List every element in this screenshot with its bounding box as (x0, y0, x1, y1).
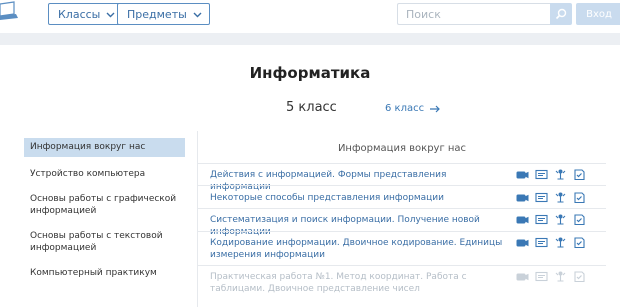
divider (198, 208, 606, 209)
lesson-icons (516, 237, 586, 248)
classes-dropdown[interactable]: Классы (48, 3, 124, 25)
chevron-down-icon (193, 12, 202, 17)
subjects-label: Предметы (127, 7, 187, 21)
grade-current: 5 класс (286, 100, 337, 115)
lesson-icons (516, 192, 586, 203)
video-icon (516, 273, 529, 281)
classes-label: Классы (58, 7, 101, 21)
search-input[interactable] (397, 3, 550, 25)
logo-icon[interactable] (0, 0, 22, 22)
presentation-icon (535, 271, 548, 282)
sidebar-item-label: Основы работы с текстовой информацией (30, 231, 163, 253)
header: Классы Предметы Вход (0, 0, 620, 33)
page-title: Информатика (249, 64, 371, 82)
video-icon[interactable] (516, 169, 529, 180)
search-icon (555, 8, 567, 20)
subjects-dropdown[interactable]: Предметы (117, 3, 210, 25)
login-button[interactable]: Вход (576, 3, 620, 25)
lesson-icons (516, 169, 586, 180)
homework-icon[interactable] (573, 192, 586, 203)
divider (198, 185, 606, 186)
lesson-icons (516, 214, 586, 225)
test-icon (555, 271, 566, 282)
homework-icon[interactable] (573, 214, 586, 225)
homework-icon (574, 271, 585, 282)
arrow-right-icon (430, 105, 440, 112)
divider (198, 265, 606, 266)
presentation-icon[interactable] (535, 169, 548, 180)
test-icon[interactable] (554, 169, 567, 180)
video-icon[interactable] (516, 214, 529, 225)
presentation-icon[interactable] (535, 237, 548, 248)
test-icon[interactable] (554, 214, 567, 225)
grade-next-link[interactable]: 6 класс (385, 103, 441, 114)
sidebar-item-text[interactable]: Основы работы с текстовой информацией (24, 230, 185, 254)
sidebar-item-label: Информация вокруг нас (30, 142, 146, 152)
homework-icon[interactable] (573, 169, 586, 180)
test-icon[interactable] (554, 192, 567, 203)
lesson-link[interactable]: Кодирование информации. Двоичное кодиров… (210, 237, 505, 261)
sidebar-item-label: Основы работы с графической информацией (30, 194, 177, 216)
sidebar-item-label: Компьютерный практикум (30, 268, 157, 278)
video-icon[interactable] (516, 192, 529, 203)
divider (198, 231, 606, 232)
homework-icon[interactable] (573, 237, 586, 248)
search-button[interactable] (550, 3, 572, 25)
sidebar-item-graphics[interactable]: Основы работы с графической информацией (24, 193, 185, 217)
lesson-link[interactable]: Некоторые способы представления информац… (210, 192, 505, 204)
lesson-link[interactable]: Действия с информацией. Формы представле… (210, 169, 505, 193)
sidebar-item-label: Устройство компьютера (30, 169, 146, 179)
presentation-icon[interactable] (535, 214, 548, 225)
lesson-link-disabled: Практическая работа №1. Метод координат.… (210, 272, 467, 294)
sidebar-item-info-around-us[interactable]: Информация вокруг нас (24, 138, 185, 157)
chevron-down-icon (106, 12, 115, 17)
sidebar-item-practicum[interactable]: Компьютерный практикум (24, 267, 185, 279)
vertical-divider (197, 131, 198, 307)
grade-next-label: 6 класс (385, 103, 425, 114)
header-band (0, 33, 620, 45)
sidebar-item-computer-device[interactable]: Устройство компьютера (24, 168, 185, 180)
video-icon[interactable] (516, 237, 529, 248)
lessons-header: Информация вокруг нас (337, 143, 467, 154)
presentation-icon[interactable] (535, 192, 548, 203)
lesson-icons (516, 271, 586, 282)
divider (198, 163, 606, 164)
test-icon[interactable] (554, 237, 567, 248)
lesson-link[interactable]: Систематизация и поиск информации. Получ… (210, 214, 505, 238)
